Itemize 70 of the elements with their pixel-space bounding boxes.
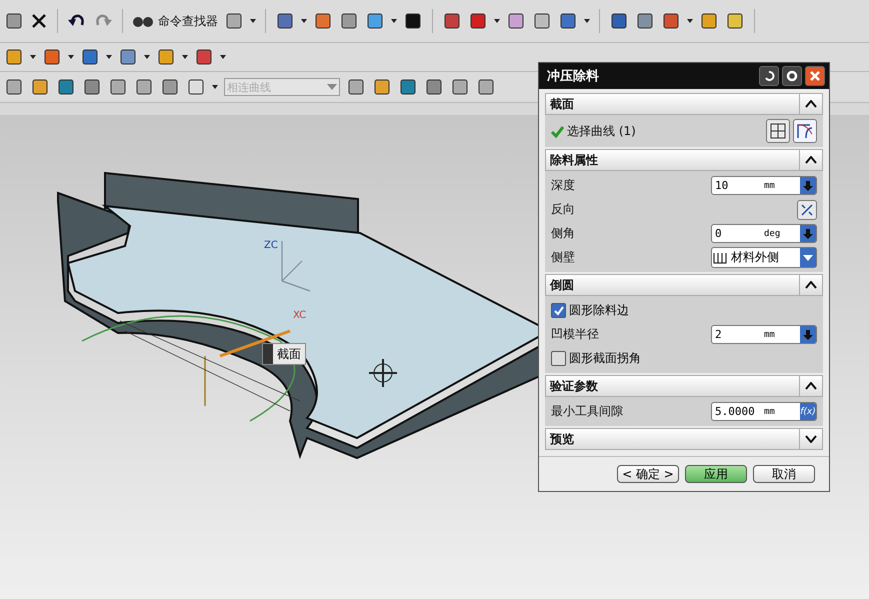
caret-icon <box>803 254 813 260</box>
chevron-icon <box>805 100 817 108</box>
reverse-direction-button[interactable] <box>797 200 817 220</box>
wall-icon <box>712 250 728 264</box>
checkbox-option[interactable]: 圆形截面拐角 <box>551 350 641 367</box>
caret-icon[interactable] <box>250 19 256 23</box>
caret-icon[interactable] <box>212 85 218 89</box>
axis-label: ZC <box>264 240 278 251</box>
down-arrow-icon <box>803 330 813 340</box>
field-label: 侧角 <box>551 225 575 242</box>
dialog-button[interactable]: 应用 <box>685 465 747 483</box>
reset-button[interactable] <box>759 66 779 86</box>
caret-icon[interactable] <box>494 19 500 23</box>
number-field[interactable]: 0 deg <box>711 224 817 243</box>
section-header[interactable]: 除料属性 <box>545 149 823 171</box>
crosshair-cursor-icon <box>368 358 398 388</box>
axis-label: XC <box>293 310 306 321</box>
down-arrow-icon <box>803 180 813 190</box>
down-arrow-icon <box>803 228 813 238</box>
dialog-button[interactable]: 取消 <box>753 465 815 483</box>
number-field[interactable]: 5.0000 mm f(x) <box>711 402 817 421</box>
number-field[interactable]: 10 mm <box>711 176 817 195</box>
dialog-title: 冲压除料 <box>547 68 600 85</box>
select-curve-label: 选择曲线 (1) <box>567 122 636 140</box>
grid-icon <box>770 123 786 139</box>
caret-icon[interactable] <box>301 19 307 23</box>
curve-icon <box>796 122 814 140</box>
section-header[interactable]: 倒圆 <box>545 274 823 296</box>
chevron-icon <box>805 382 817 390</box>
side-wall-dropdown[interactable]: 材料外侧 <box>711 247 817 268</box>
close-icon[interactable] <box>30 12 48 30</box>
caret-icon[interactable] <box>687 19 693 23</box>
chevron-icon <box>805 435 817 443</box>
field-label: 最小工具间隙 <box>551 403 623 420</box>
field-label: 反向 <box>551 201 575 218</box>
section-header[interactable]: 验证参数 <box>545 375 823 397</box>
section-header[interactable]: 预览 <box>545 428 823 450</box>
checkbox-option[interactable]: 圆形除料边 <box>551 302 629 319</box>
caret-icon <box>327 84 337 90</box>
formula-button[interactable]: f(x) <box>800 403 816 420</box>
command-finder-button[interactable]: 命令查找器 <box>132 12 218 30</box>
settings-icon <box>786 70 798 82</box>
flip-arrows-icon <box>800 202 814 216</box>
section-callout: 截面 <box>262 343 306 365</box>
dialog-button[interactable]: < 确定 > <box>617 465 679 483</box>
caret-icon[interactable] <box>220 55 226 59</box>
caret-icon[interactable] <box>391 19 397 23</box>
caret-icon[interactable] <box>106 55 112 59</box>
caret-icon[interactable] <box>144 55 150 59</box>
section-header[interactable]: 截面 <box>545 93 823 115</box>
down-arrow-button[interactable] <box>800 326 816 343</box>
chevron-icon <box>805 156 817 164</box>
field-label: 深度 <box>551 177 575 194</box>
reset-icon <box>763 70 775 82</box>
caret-icon[interactable] <box>68 55 74 59</box>
caret-icon[interactable] <box>30 55 36 59</box>
number-field[interactable]: 2 mm <box>711 325 817 344</box>
chevron-icon <box>805 281 817 289</box>
down-arrow-button[interactable] <box>800 177 816 194</box>
caret-icon[interactable] <box>584 19 590 23</box>
field-label: 凹模半径 <box>551 326 599 343</box>
field-label: 侧壁 <box>551 249 575 266</box>
check-icon <box>554 306 564 316</box>
curve-button[interactable] <box>793 119 817 143</box>
close-icon <box>809 70 821 82</box>
settings-button[interactable] <box>782 66 802 86</box>
sketch-button[interactable] <box>766 119 790 143</box>
down-arrow-button[interactable] <box>800 225 816 242</box>
close-button[interactable] <box>805 66 825 86</box>
caret-icon[interactable] <box>182 55 188 59</box>
